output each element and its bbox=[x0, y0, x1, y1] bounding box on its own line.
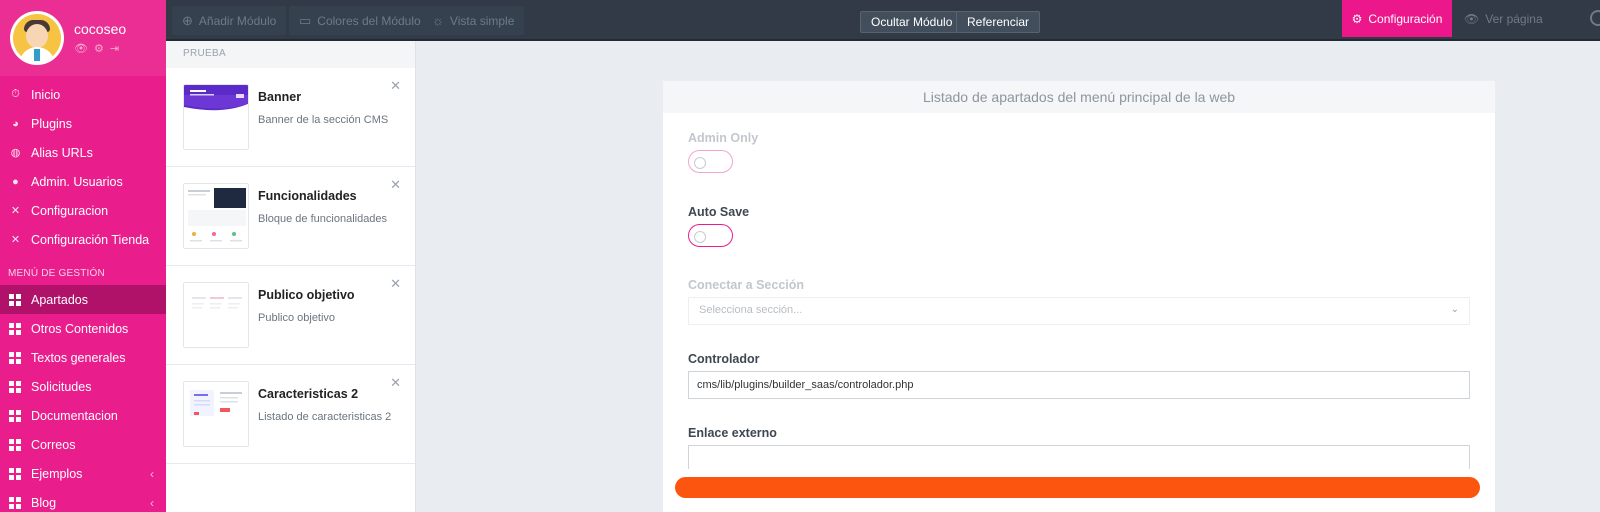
chevron-down-icon: ⌄ bbox=[1450, 304, 1459, 315]
chevron-left-icon: ‹ bbox=[150, 466, 154, 481]
auto-save-toggle[interactable] bbox=[688, 224, 733, 247]
close-icon[interactable]: ✕ bbox=[390, 276, 401, 292]
admin-only-label: Admin Only bbox=[688, 131, 759, 145]
top-toolbar: ⊕ Añadir Módulo ▭ Colores del Módulo ☼ Vist… bbox=[166, 0, 1600, 41]
auto-save-label: Auto Save bbox=[688, 205, 750, 219]
nav-item-blog[interactable]: Blog ‹ bbox=[0, 488, 166, 512]
nav-item-documentacion[interactable]: Documentacion bbox=[0, 401, 166, 430]
eye-icon[interactable]: 👁 bbox=[74, 42, 88, 55]
nav-item-configuracion[interactable]: ✕ Configuracion bbox=[0, 196, 166, 225]
sidebar: cocoseo 👁 ⚙ ⇥ ⏱ Inicio ◕ Plugins ◍ Alias U… bbox=[0, 0, 166, 512]
nav-item-ejemplos[interactable]: Ejemplos ‹ bbox=[0, 459, 166, 488]
module-group-title: PRUEBA bbox=[166, 41, 415, 68]
grid-icon bbox=[9, 380, 21, 393]
nav-item-textos-generales[interactable]: Textos generales bbox=[0, 343, 166, 372]
module-title: Caracteristicas 2 bbox=[258, 387, 359, 401]
module-thumbnail bbox=[183, 282, 249, 348]
module-thumbnail bbox=[183, 84, 249, 150]
module-colors-button[interactable]: ▭ Colores del Módulo bbox=[289, 6, 431, 35]
external-link-input[interactable] bbox=[688, 445, 1470, 469]
grid-icon bbox=[9, 496, 21, 509]
bulb-icon: ☼ bbox=[432, 13, 444, 28]
controller-input[interactable]: cms/lib/plugins/builder_saas/controlador… bbox=[688, 371, 1470, 399]
module-description: Banner de la sección CMS bbox=[258, 114, 389, 126]
avatar[interactable] bbox=[10, 11, 64, 65]
module-card[interactable]: Caracteristicas 2 Listado de caracterist… bbox=[166, 365, 415, 464]
user-profile: cocoseo 👁 ⚙ ⇥ bbox=[0, 0, 166, 76]
nav-item-apartados[interactable]: Apartados bbox=[0, 285, 166, 314]
close-icon[interactable]: ✕ bbox=[390, 375, 401, 391]
module-card[interactable]: Banner Banner de la sección CMS ✕ bbox=[166, 68, 415, 167]
gear-icon: ⚙ bbox=[1351, 11, 1363, 26]
simple-view-button[interactable]: ☼ Vista simple bbox=[422, 6, 525, 35]
nav-item-configuracion-tienda[interactable]: ✕ Configuración Tienda bbox=[0, 225, 166, 254]
modules-panel: PRUEBA Banner Banner de la sección CMS ✕… bbox=[166, 41, 416, 512]
add-module-button[interactable]: ⊕ Añadir Módulo bbox=[172, 6, 287, 35]
circle-icon[interactable] bbox=[1590, 10, 1600, 26]
nav-item-alias-urls[interactable]: ◍ Alias URLs bbox=[0, 138, 166, 167]
controller-label: Controlador bbox=[688, 352, 760, 366]
palette-icon: ◕ bbox=[12, 117, 19, 130]
user-name: cocoseo bbox=[74, 21, 127, 37]
gestion-nav: Apartados Otros Contenidos Textos genera… bbox=[0, 285, 166, 512]
section-select[interactable]: Selecciona sección... ⌄ bbox=[688, 297, 1470, 325]
gear-icon[interactable]: ⚙ bbox=[94, 42, 104, 55]
module-title: Banner bbox=[258, 90, 302, 104]
grid-icon bbox=[9, 409, 21, 422]
monitor-icon: ▭ bbox=[299, 12, 312, 28]
user-icon: ● bbox=[12, 175, 19, 188]
view-page-button[interactable]: 👁 Ver página bbox=[1464, 0, 1543, 37]
grid-icon bbox=[9, 438, 21, 451]
stopwatch-icon: ⏱ bbox=[11, 88, 20, 100]
connect-section-label: Conectar a Sección bbox=[688, 278, 805, 292]
module-description: Publico objetivo bbox=[258, 312, 336, 324]
configuration-button[interactable]: ⚙ Configuración bbox=[1342, 0, 1452, 37]
reference-button[interactable]: Referenciar bbox=[956, 11, 1041, 33]
nav-item-inicio[interactable]: ⏱ Inicio bbox=[0, 80, 166, 109]
grid-icon bbox=[9, 322, 21, 335]
tools-icon: ✕ bbox=[10, 205, 21, 217]
module-card[interactable]: Funcionalidades Bloque de funcionalidade… bbox=[166, 167, 415, 266]
close-icon[interactable]: ✕ bbox=[390, 78, 401, 94]
nav-item-correos[interactable]: Correos bbox=[0, 430, 166, 459]
save-progress-bar[interactable] bbox=[675, 477, 1480, 498]
module-thumbnail bbox=[183, 183, 249, 249]
main-content: Listado de apartados del menú principal … bbox=[416, 41, 1600, 512]
main-nav: ⏱ Inicio ◕ Plugins ◍ Alias URLs ● Admin. Us… bbox=[0, 80, 166, 254]
logout-icon[interactable]: ⇥ bbox=[110, 42, 119, 55]
chevron-left-icon: ‹ bbox=[150, 495, 154, 510]
globe-icon: ◍ bbox=[10, 147, 21, 159]
nav-item-solicitudes[interactable]: Solicitudes bbox=[0, 372, 166, 401]
module-description: Bloque de funcionalidades bbox=[258, 213, 388, 225]
hide-module-button[interactable]: Ocultar Módulo bbox=[860, 11, 964, 33]
module-thumbnail bbox=[183, 381, 249, 447]
module-card[interactable]: Publico objetivo Publico objetivo ✕ bbox=[166, 266, 415, 365]
form-title: Listado de apartados del menú principal … bbox=[663, 81, 1495, 113]
admin-only-toggle[interactable] bbox=[688, 150, 733, 173]
module-title: Publico objetivo bbox=[258, 288, 355, 302]
eye-icon: 👁 bbox=[1464, 11, 1480, 26]
plus-circle-icon: ⊕ bbox=[182, 12, 193, 28]
section-title-gestion: MENÚ DE GESTIÓN bbox=[8, 268, 105, 279]
nav-item-plugins[interactable]: ◕ Plugins bbox=[0, 109, 166, 138]
external-link-label: Enlace externo bbox=[688, 426, 777, 440]
module-description: Listado de caracteristicas 2 bbox=[258, 411, 392, 423]
module-title: Funcionalidades bbox=[258, 189, 357, 203]
grid-icon bbox=[9, 467, 21, 480]
nav-item-admin-usuarios[interactable]: ● Admin. Usuarios bbox=[0, 167, 166, 196]
settings-form: Listado de apartados del menú principal … bbox=[663, 81, 1495, 512]
tools-icon: ✕ bbox=[10, 234, 21, 246]
grid-icon bbox=[9, 351, 21, 364]
grid-icon bbox=[9, 293, 21, 306]
nav-item-otros-contenidos[interactable]: Otros Contenidos bbox=[0, 314, 166, 343]
close-icon[interactable]: ✕ bbox=[390, 177, 401, 193]
